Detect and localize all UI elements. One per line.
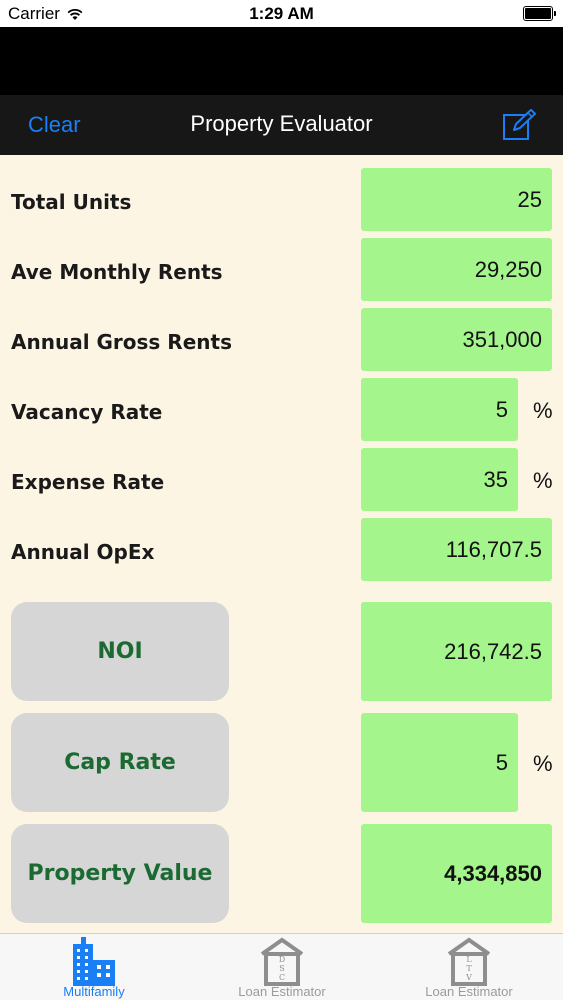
svg-text:D: D — [279, 955, 285, 964]
tab-loan-estimator-ltv[interactable]: L T V Loan Estimator — [375, 934, 563, 1000]
noi-button[interactable]: NOI — [11, 602, 229, 701]
ave-monthly-rents-label: Ave Monthly Rents — [11, 260, 223, 284]
cap-rate-button[interactable]: Cap Rate — [11, 713, 229, 812]
svg-text:L: L — [466, 955, 472, 964]
ave-monthly-rents-field[interactable]: 29,250 — [361, 238, 552, 301]
building-icon — [73, 937, 115, 986]
navigation-bar: Clear Property Evaluator — [0, 95, 563, 155]
tab-bar: Multifamily D S C Loan Estimator L T V L… — [0, 933, 563, 1000]
evaluator-form: Total Units 25 Ave Monthly Rents 29,250 … — [0, 155, 563, 933]
tab-multifamily[interactable]: Multifamily — [0, 934, 188, 1000]
property-value-field[interactable]: 4,334,850 — [361, 824, 552, 923]
svg-text:S: S — [279, 964, 284, 973]
property-value-button[interactable]: Property Value — [11, 824, 229, 923]
vacancy-rate-value: 5 — [495, 396, 508, 422]
vacancy-rate-percent: % — [533, 398, 553, 423]
annual-opex-field[interactable]: 116,707.5 — [361, 518, 552, 581]
svg-text:C: C — [279, 973, 285, 982]
cap-rate-value: 5 — [495, 749, 508, 775]
annual-gross-rents-label: Annual Gross Rents — [11, 330, 232, 354]
expense-rate-percent: % — [533, 468, 553, 493]
battery-icon — [523, 6, 556, 21]
property-value-value: 4,334,850 — [444, 860, 542, 886]
page-title: Property Evaluator — [190, 111, 373, 136]
expense-rate-label: Expense Rate — [11, 470, 165, 494]
annual-opex-label: Annual OpEx — [11, 540, 155, 564]
noi-button-label: NOI — [97, 639, 143, 664]
vacancy-rate-label: Vacancy Rate — [11, 400, 163, 424]
tab-loan-estimator-dsc[interactable]: D S C Loan Estimator — [188, 934, 376, 1000]
annual-gross-rents-value: 351,000 — [462, 326, 542, 352]
dsc-house-icon: D S C — [260, 937, 304, 986]
compose-icon[interactable] — [502, 109, 536, 141]
expense-rate-field[interactable]: 35 — [361, 448, 518, 511]
property-value-button-label: Property Value — [27, 861, 213, 886]
annual-gross-rents-field[interactable]: 351,000 — [361, 308, 552, 371]
expense-rate-value: 35 — [483, 466, 508, 492]
noi-field[interactable]: 216,742.5 — [361, 602, 552, 701]
noi-value: 216,742.5 — [444, 638, 542, 664]
status-time: 1:29 AM — [249, 4, 314, 23]
cap-rate-button-label: Cap Rate — [64, 750, 176, 775]
cap-rate-field[interactable]: 5 — [361, 713, 518, 812]
ave-monthly-rents-value: 29,250 — [474, 256, 542, 282]
svg-text:V: V — [465, 973, 472, 982]
cap-rate-percent: % — [533, 751, 553, 776]
svg-text:T: T — [466, 964, 472, 973]
total-units-field[interactable]: 25 — [361, 168, 552, 231]
tab-multifamily-label: Multifamily — [63, 984, 125, 999]
ad-banner — [0, 27, 563, 95]
total-units-label: Total Units — [11, 190, 132, 214]
total-units-value: 25 — [517, 186, 542, 212]
ltv-house-icon: L T V — [447, 937, 491, 986]
tab-loan-estimator-dsc-label: Loan Estimator — [238, 984, 326, 999]
tab-loan-estimator-ltv-label: Loan Estimator — [425, 984, 513, 999]
vacancy-rate-field[interactable]: 5 — [361, 378, 518, 441]
annual-opex-value: 116,707.5 — [445, 536, 542, 562]
status-bar: Carrier 1:29 AM — [0, 0, 563, 27]
